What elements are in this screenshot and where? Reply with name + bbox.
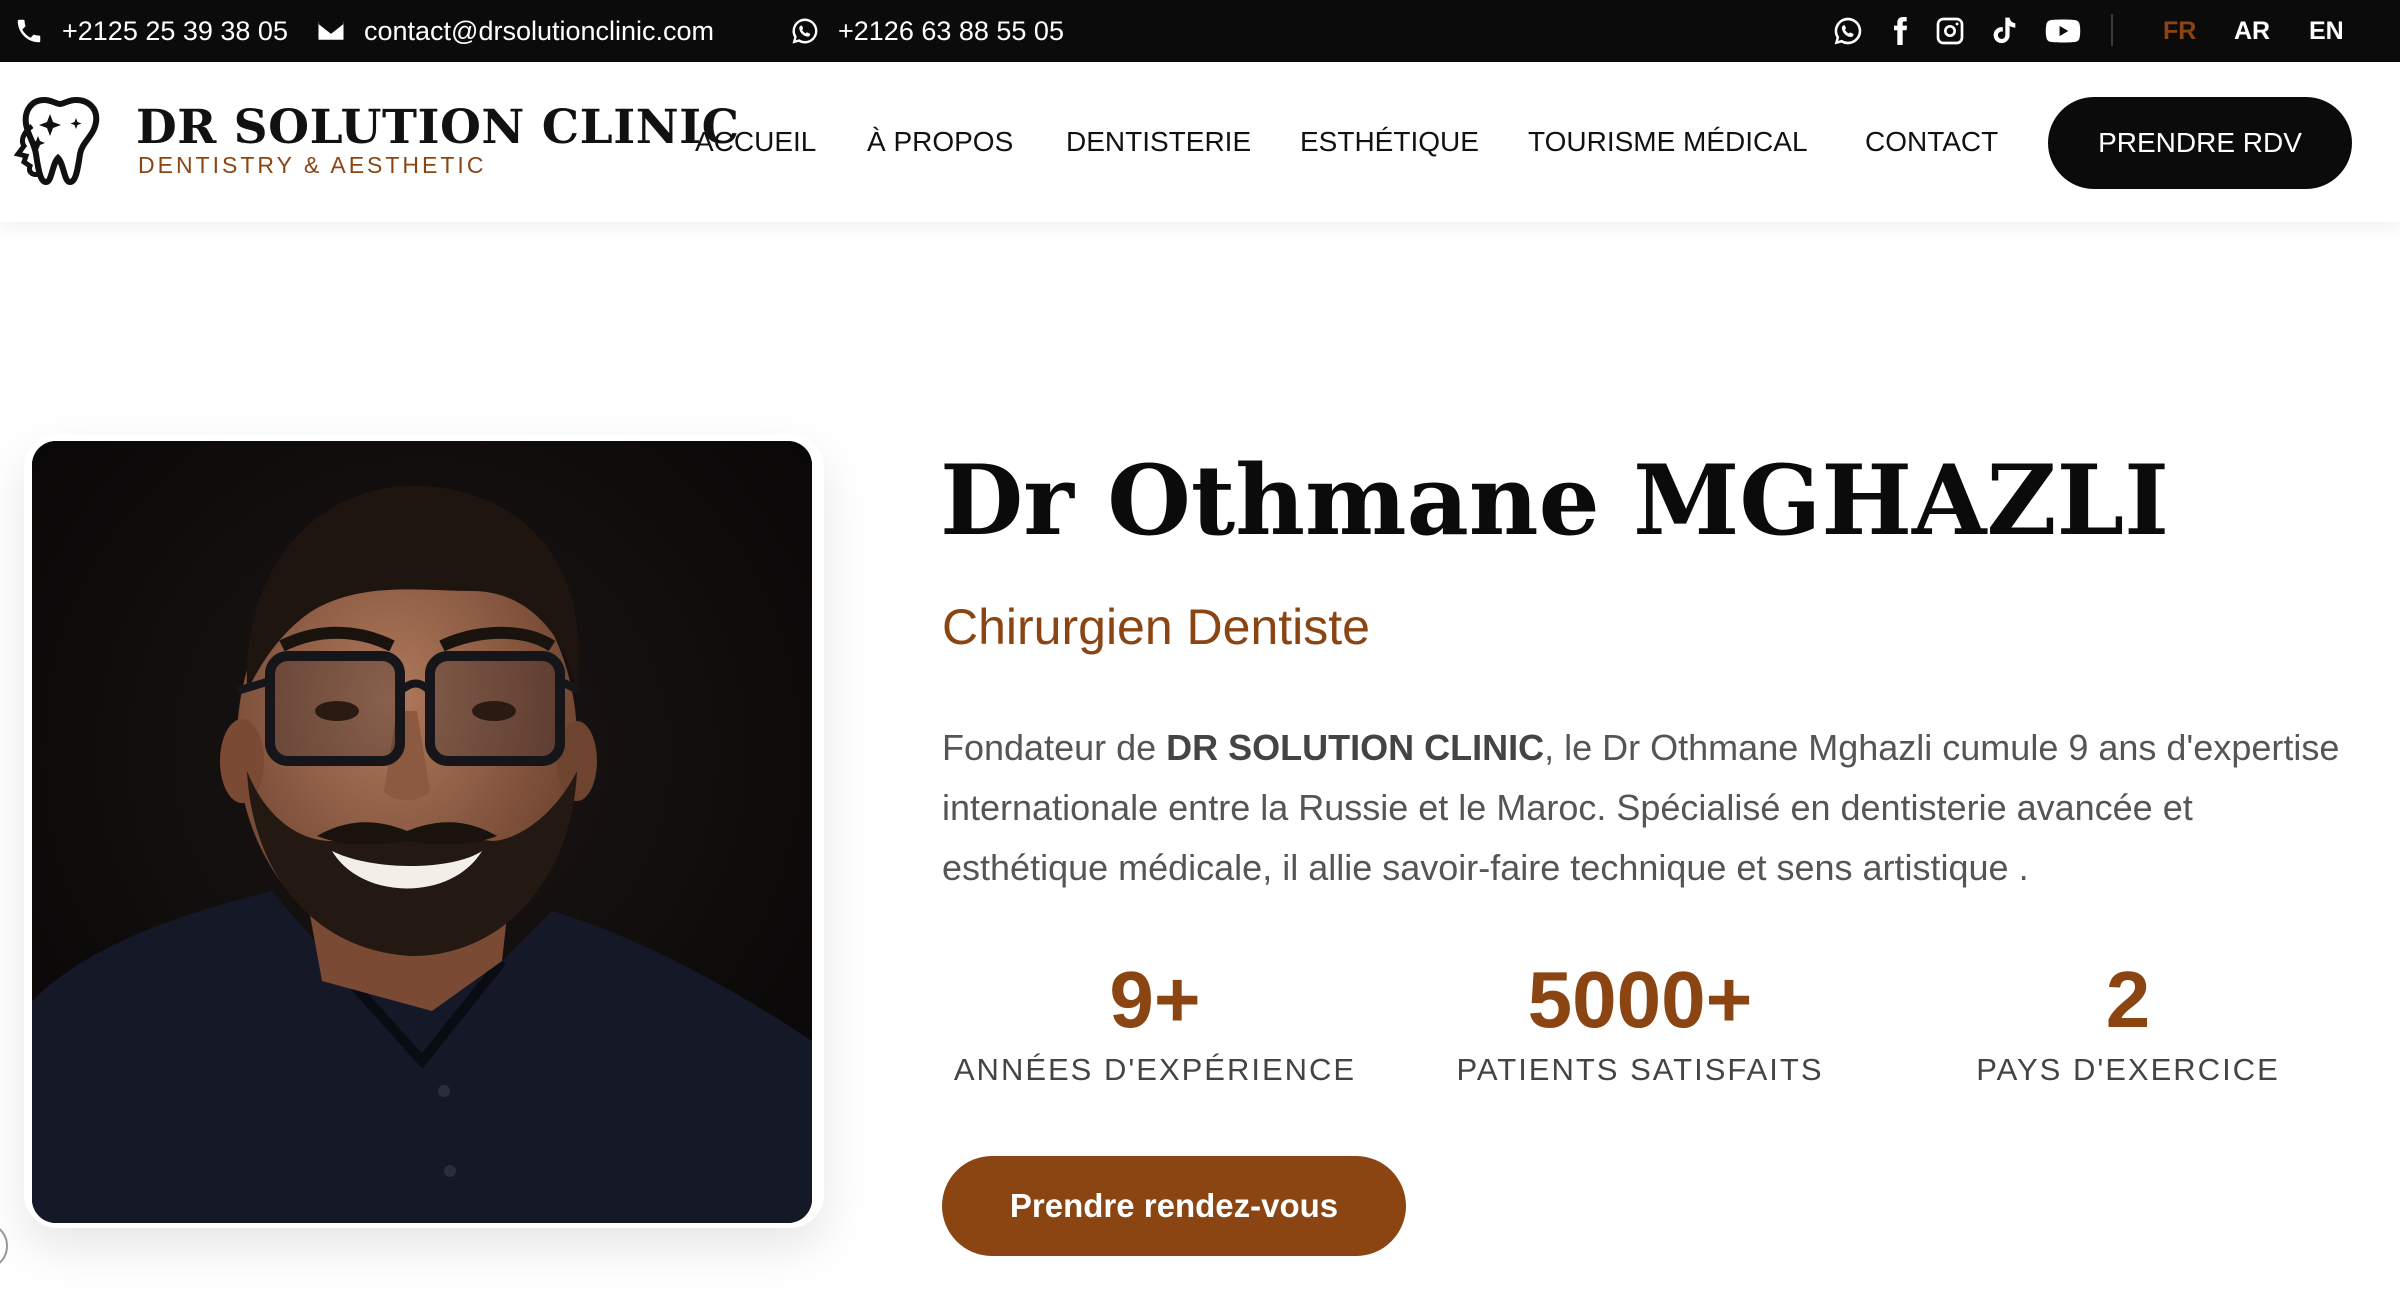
- envelope-icon: [318, 21, 344, 40]
- social-whatsapp[interactable]: [1832, 0, 1864, 62]
- stat-countries: 2 PAYS D'EXERCICE: [1918, 952, 2338, 1088]
- social-tiktok[interactable]: [1988, 0, 2020, 62]
- top-contact-bar: +2125 25 39 38 05 contact@drsolutionclin…: [0, 0, 2400, 62]
- book-appointment-button[interactable]: PRENDRE RDV: [2048, 97, 2352, 189]
- stat-patients: 5000+ PATIENTS SATISFAITS: [1430, 952, 1850, 1088]
- brand-title[interactable]: DR SOLUTION CLINIC: [136, 100, 740, 155]
- stat-value: 2: [2105, 955, 2151, 1044]
- clinic-logo-icon[interactable]: [13, 92, 108, 188]
- lang-fr[interactable]: FR: [2163, 0, 2196, 62]
- phone-icon: [17, 19, 41, 43]
- phone-number: +2125 25 39 38 05: [62, 15, 288, 46]
- nav-esthetique[interactable]: ESTHÉTIQUE: [1300, 124, 1479, 160]
- doctor-name: Dr Othmane MGHAZLI: [940, 444, 2170, 557]
- whatsapp-link[interactable]: +2126 63 88 55 05: [790, 0, 1064, 62]
- whatsapp-icon: [1834, 17, 1862, 45]
- social-instagram[interactable]: [1934, 0, 1966, 62]
- facebook-icon: [1894, 17, 1908, 45]
- stat-value: 5000+: [1527, 955, 1753, 1044]
- main-header: DR SOLUTION CLINIC DENTISTRY & AESTHETIC…: [0, 62, 2400, 222]
- social-facebook[interactable]: [1884, 0, 1916, 62]
- nav-tourisme-medical[interactable]: TOURISME MÉDICAL: [1528, 124, 1808, 160]
- nav-accueil[interactable]: ACCUEIL: [695, 124, 816, 160]
- bio-clinic-name: DR SOLUTION CLINIC: [1166, 727, 1545, 768]
- stat-label: PATIENTS SATISFAITS: [1456, 1052, 1824, 1087]
- email-address: contact@drsolutionclinic.com: [364, 15, 715, 46]
- book-appointment-cta[interactable]: Prendre rendez-vous: [942, 1156, 1406, 1256]
- floating-widget-button[interactable]: [0, 1222, 8, 1270]
- nav-contact[interactable]: CONTACT: [1865, 124, 1998, 160]
- nav-dentisterie[interactable]: DENTISTERIE: [1066, 124, 1251, 160]
- doctor-role: Chirurgien Dentiste: [942, 599, 1370, 655]
- phone-link[interactable]: +2125 25 39 38 05: [14, 0, 288, 62]
- stat-label: PAYS D'EXERCICE: [1976, 1052, 2280, 1087]
- topbar-divider: [2111, 14, 2113, 46]
- tiktok-icon: [1993, 17, 2016, 44]
- instagram-icon: [1936, 17, 1964, 45]
- youtube-icon: [2045, 19, 2081, 43]
- brand-subtitle: DENTISTRY & AESTHETIC: [138, 152, 487, 178]
- social-youtube[interactable]: [2045, 0, 2081, 62]
- doctor-bio: Fondateur de DR SOLUTION CLINIC, le Dr O…: [942, 718, 2362, 898]
- bio-intro: Fondateur de: [942, 727, 1167, 768]
- whatsapp-number: +2126 63 88 55 05: [838, 15, 1064, 46]
- nav-a-propos[interactable]: À PROPOS: [867, 124, 1013, 160]
- stat-value: 9+: [1109, 955, 1201, 1044]
- doctor-portrait-image: [32, 441, 812, 1223]
- whatsapp-icon: [792, 18, 818, 44]
- lang-en[interactable]: EN: [2309, 0, 2344, 62]
- lang-ar[interactable]: AR: [2234, 0, 2270, 62]
- stat-label: ANNÉES D'EXPÉRIENCE: [953, 1052, 1357, 1087]
- email-link[interactable]: contact@drsolutionclinic.com: [316, 0, 714, 62]
- stat-experience: 9+ ANNÉES D'EXPÉRIENCE: [945, 952, 1365, 1088]
